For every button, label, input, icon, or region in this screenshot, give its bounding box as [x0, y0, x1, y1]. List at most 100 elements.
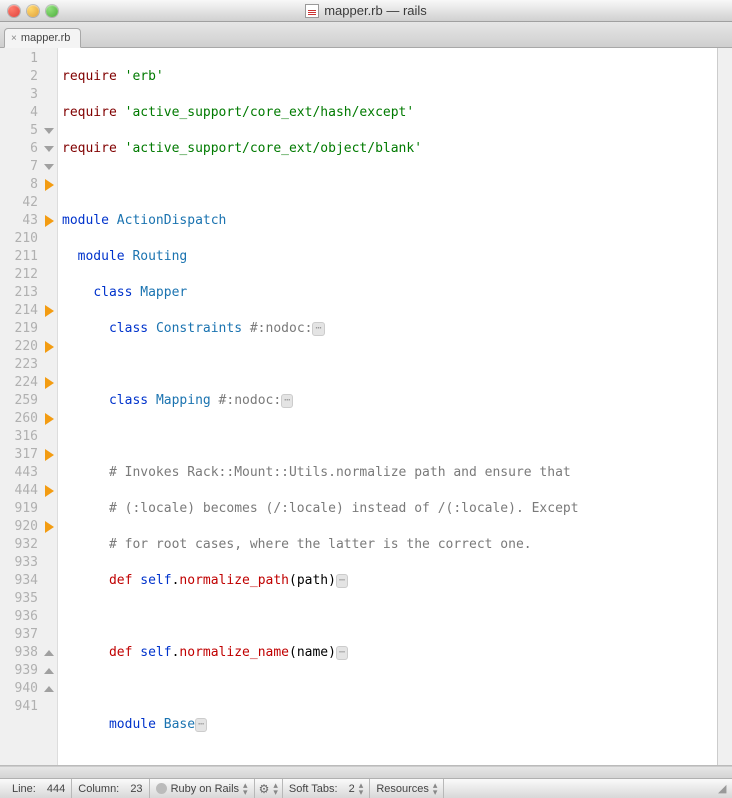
gutter-line[interactable]: 224: [0, 374, 57, 392]
fold-arrow-icon[interactable]: [45, 377, 54, 389]
code-area[interactable]: require 'erb' require 'active_support/co…: [58, 48, 717, 765]
gutter-line[interactable]: 210: [0, 230, 57, 248]
gutter-line[interactable]: 6: [0, 140, 57, 158]
gutter-line[interactable]: 219: [0, 320, 57, 338]
fold-open-icon[interactable]: [44, 146, 54, 152]
line-number: 941: [7, 698, 41, 716]
fold-close-icon[interactable]: [44, 650, 54, 656]
gutter-line[interactable]: 932: [0, 536, 57, 554]
fold-open-icon[interactable]: [44, 128, 54, 134]
line-number: 220: [7, 338, 41, 356]
line-number: 43: [7, 212, 41, 230]
status-bundle[interactable]: Resources ▴▾: [370, 779, 444, 798]
tab-bar: × mapper.rb: [0, 22, 732, 48]
gutter-line[interactable]: 4: [0, 104, 57, 122]
gutter-line[interactable]: 939: [0, 662, 57, 680]
spinner-icon: ▴▾: [359, 782, 364, 796]
gutter-line[interactable]: 936: [0, 608, 57, 626]
gutter-line[interactable]: 3: [0, 86, 57, 104]
gutter-line[interactable]: 317: [0, 446, 57, 464]
gutter-line[interactable]: 8: [0, 176, 57, 194]
line-number: 224: [7, 374, 41, 392]
line-number: 443: [7, 464, 41, 482]
gutter-line[interactable]: 934: [0, 572, 57, 590]
fold-arrow-icon[interactable]: [45, 305, 54, 317]
line-number: 937: [7, 626, 41, 644]
gutter-line[interactable]: 42: [0, 194, 57, 212]
line-number: 939: [7, 662, 41, 680]
gutter-line[interactable]: 937: [0, 626, 57, 644]
line-number: 259: [7, 392, 41, 410]
editor: 1234567842432102112122132142192202232242…: [0, 48, 732, 766]
status-line: Line: 444: [6, 779, 72, 798]
gutter-line[interactable]: 260: [0, 410, 57, 428]
gutter-line[interactable]: 938: [0, 644, 57, 662]
gutter-line[interactable]: 316: [0, 428, 57, 446]
resize-handle[interactable]: ◢: [712, 779, 726, 798]
window-titlebar: mapper.rb — rails: [0, 0, 732, 22]
tab-mapper[interactable]: × mapper.rb: [4, 28, 81, 48]
fold-close-icon[interactable]: [44, 668, 54, 674]
horizontal-scrollbar[interactable]: [0, 766, 732, 778]
line-number: 260: [7, 410, 41, 428]
gutter-line[interactable]: 920: [0, 518, 57, 536]
gutter-line[interactable]: 941: [0, 698, 57, 716]
gutter-line[interactable]: 213: [0, 284, 57, 302]
status-bar: Line: 444 Column: 23 Ruby on Rails ▴▾ ⚙ …: [0, 778, 732, 798]
gutter-line[interactable]: 211: [0, 248, 57, 266]
line-gutter[interactable]: 1234567842432102112122132142192202232242…: [0, 48, 58, 765]
gutter-line[interactable]: 940: [0, 680, 57, 698]
tab-label: mapper.rb: [21, 32, 71, 44]
line-number: 4: [7, 104, 41, 122]
gutter-line[interactable]: 7: [0, 158, 57, 176]
line-number: 2: [7, 68, 41, 86]
line-number: 920: [7, 518, 41, 536]
gutter-line[interactable]: 935: [0, 590, 57, 608]
fold-arrow-icon[interactable]: [45, 485, 54, 497]
line-number: 219: [7, 320, 41, 338]
status-tabs[interactable]: Soft Tabs: 2 ▴▾: [283, 779, 370, 798]
fold-arrow-icon[interactable]: [45, 413, 54, 425]
line-number: 934: [7, 572, 41, 590]
fold-close-icon[interactable]: [44, 686, 54, 692]
gutter-line[interactable]: 933: [0, 554, 57, 572]
fold-arrow-icon[interactable]: [45, 341, 54, 353]
line-number: 6: [7, 140, 41, 158]
gutter-line[interactable]: 212: [0, 266, 57, 284]
fold-open-icon[interactable]: [44, 164, 54, 170]
fold-arrow-icon[interactable]: [45, 179, 54, 191]
gutter-line[interactable]: 5: [0, 122, 57, 140]
spinner-icon: ▴▾: [433, 782, 438, 796]
gutter-line[interactable]: 443: [0, 464, 57, 482]
line-number: 316: [7, 428, 41, 446]
line-number: 940: [7, 680, 41, 698]
line-number: 7: [7, 158, 41, 176]
line-number: 210: [7, 230, 41, 248]
gear-icon: ⚙: [259, 782, 270, 796]
tab-close-icon[interactable]: ×: [11, 33, 17, 44]
gutter-line[interactable]: 220: [0, 338, 57, 356]
gutter-line[interactable]: 444: [0, 482, 57, 500]
line-number: 1: [7, 50, 41, 68]
line-number: 933: [7, 554, 41, 572]
gutter-line[interactable]: 259: [0, 392, 57, 410]
gutter-line[interactable]: 919: [0, 500, 57, 518]
line-number: 919: [7, 500, 41, 518]
fold-arrow-icon[interactable]: [45, 449, 54, 461]
line-number: 932: [7, 536, 41, 554]
gutter-line[interactable]: 2: [0, 68, 57, 86]
language-icon: [156, 783, 167, 794]
vertical-scrollbar[interactable]: [717, 48, 732, 765]
line-number: 223: [7, 356, 41, 374]
gutter-line[interactable]: 43: [0, 212, 57, 230]
fold-arrow-icon[interactable]: [45, 215, 54, 227]
gutter-line[interactable]: 223: [0, 356, 57, 374]
gutter-line[interactable]: 1: [0, 50, 57, 68]
status-gear[interactable]: ⚙ ▴▾: [255, 779, 283, 798]
line-number: 317: [7, 446, 41, 464]
line-number: 936: [7, 608, 41, 626]
status-language[interactable]: Ruby on Rails ▴▾: [150, 779, 255, 798]
fold-arrow-icon[interactable]: [45, 521, 54, 533]
line-number: 42: [7, 194, 41, 212]
gutter-line[interactable]: 214: [0, 302, 57, 320]
